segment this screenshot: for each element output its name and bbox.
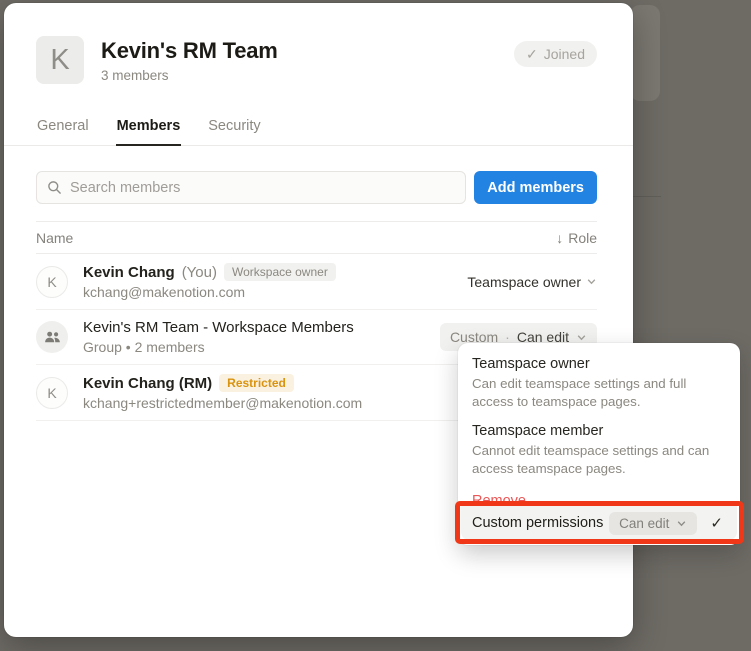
menu-item-title: Teamspace member (472, 421, 726, 441)
group-avatar (36, 321, 68, 353)
group-sub: Group • 2 members (83, 339, 440, 355)
menu-item-title: Teamspace owner (472, 354, 726, 374)
can-edit-dropdown[interactable]: Can edit (609, 512, 697, 535)
role-dropdown-teamspace-owner[interactable]: Teamspace owner (467, 274, 597, 290)
group-icon (44, 330, 61, 344)
background-page-fragment (630, 5, 660, 101)
joined-badge[interactable]: ✓ Joined (514, 41, 597, 67)
restricted-badge: Restricted (219, 374, 294, 392)
member-name: Kevin Chang (RM) (83, 375, 212, 392)
selected-check-icon: ✓ (710, 514, 723, 532)
members-table-header: Name ↓ Role (36, 221, 597, 254)
role-value: Teamspace owner (467, 274, 581, 290)
menu-item-custom-permissions[interactable]: Custom permissions Can edit ✓ (461, 506, 737, 540)
member-name: Kevin Chang (83, 264, 175, 281)
sort-descending-icon: ↓ (556, 230, 563, 246)
workspace-owner-badge: Workspace owner (224, 263, 336, 281)
add-members-button[interactable]: Add members (474, 171, 597, 204)
role-dropdown-menu: Teamspace owner Can edit teamspace setti… (458, 343, 740, 545)
group-name: Kevin's RM Team - Workspace Members (83, 319, 354, 336)
name-column-header: Name (36, 230, 73, 246)
check-icon: ✓ (526, 46, 538, 63)
menu-item-description: Can edit teamspace settings and full acc… (472, 375, 726, 411)
custom-permissions-label: Custom permissions (472, 515, 603, 531)
search-row: Add members (36, 171, 597, 204)
search-members-box[interactable] (36, 171, 466, 204)
teamspace-avatar: K (36, 36, 84, 84)
teamspace-member-count: 3 members (101, 68, 278, 83)
dialog-header: K Kevin's RM Team 3 members ✓ Joined (4, 3, 633, 84)
chevron-down-icon (676, 518, 687, 529)
member-row-kevin-chang: K Kevin Chang (You) Workspace owner kcha… (36, 254, 597, 310)
teamspace-avatar-letter: K (50, 44, 69, 77)
menu-item-teamspace-member[interactable]: Teamspace member Cannot edit teamspace s… (458, 417, 740, 484)
can-edit-value: Can edit (619, 516, 669, 531)
member-avatar-letter: K (47, 274, 56, 290)
tab-security[interactable]: Security (207, 112, 261, 145)
group-info: Kevin's RM Team - Workspace Members Grou… (83, 319, 440, 355)
menu-item-teamspace-owner[interactable]: Teamspace owner Can edit teamspace setti… (458, 350, 740, 417)
settings-tabs: General Members Security (4, 112, 633, 146)
member-avatar: K (36, 377, 68, 409)
chevron-down-icon (586, 276, 597, 287)
tab-members[interactable]: Members (116, 112, 182, 146)
menu-item-description: Cannot edit teamspace settings and can a… (472, 442, 726, 478)
teamspace-title: Kevin's RM Team (101, 36, 278, 64)
member-avatar-letter: K (47, 385, 56, 401)
tab-general[interactable]: General (36, 112, 90, 145)
teamspace-title-block: Kevin's RM Team 3 members (101, 36, 278, 84)
member-avatar: K (36, 266, 68, 298)
role-column-label: Role (568, 230, 597, 246)
role-column-header[interactable]: ↓ Role (556, 230, 597, 246)
background-divider-fragment (633, 196, 661, 197)
member-email: kchang@makenotion.com (83, 284, 467, 300)
search-icon (47, 180, 62, 195)
chevron-down-icon (576, 332, 587, 343)
member-info: Kevin Chang (You) Workspace owner kchang… (83, 263, 467, 300)
member-you-suffix: (You) (182, 264, 217, 281)
joined-badge-label: Joined (544, 46, 585, 62)
search-members-input[interactable] (70, 180, 455, 196)
